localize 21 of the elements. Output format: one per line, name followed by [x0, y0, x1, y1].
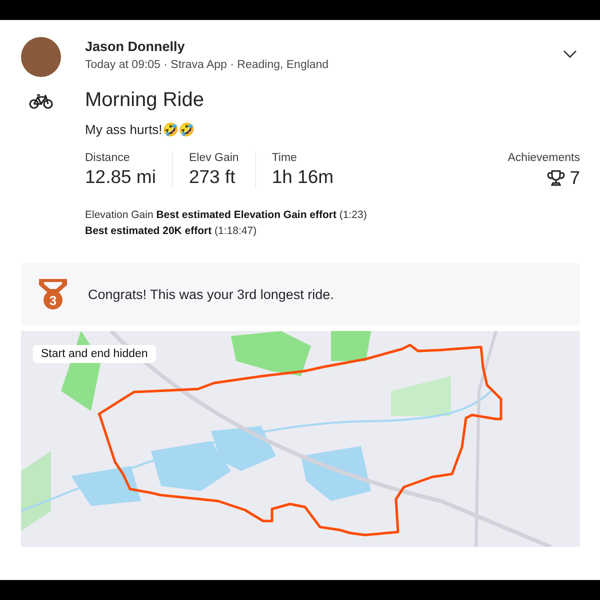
- activity-title: Morning Ride: [85, 89, 204, 112]
- achievements-count: 7: [570, 167, 580, 189]
- stat-label: Time: [272, 152, 298, 164]
- avatar[interactable]: [21, 37, 61, 77]
- best-effort-text: Best estimated 20K effort (1:18:47): [85, 225, 258, 237]
- athlete-name[interactable]: Jason Donnelly: [85, 39, 539, 54]
- best-effort-text: Elevation Gain Best estimated Elevation Gain effort (1:23): [85, 209, 368, 221]
- stat-value: 12.85 mi: [85, 166, 156, 188]
- stat-value: 273 ft: [188, 166, 236, 188]
- achievements-label: Achievements: [508, 152, 580, 164]
- stat-label: Distance: [85, 152, 131, 164]
- route-map[interactable]: Start and end hidden: [21, 331, 580, 547]
- stat-value: 1h 16m: [272, 166, 334, 188]
- chevron-down-icon[interactable]: [563, 49, 577, 59]
- activity-meta: Today at 09:05 · Strava App · Reading, England: [85, 59, 330, 71]
- bicycle-icon: [29, 92, 53, 108]
- banner-text: Congrats! This was your 3rd longest ride.: [88, 286, 334, 302]
- trophy-icon: [546, 169, 565, 187]
- stat-label: Elev Gain: [188, 152, 239, 164]
- privacy-badge: Start and end hidden: [33, 345, 156, 363]
- activity-description: My ass hurts!🤣🤣: [85, 122, 196, 137]
